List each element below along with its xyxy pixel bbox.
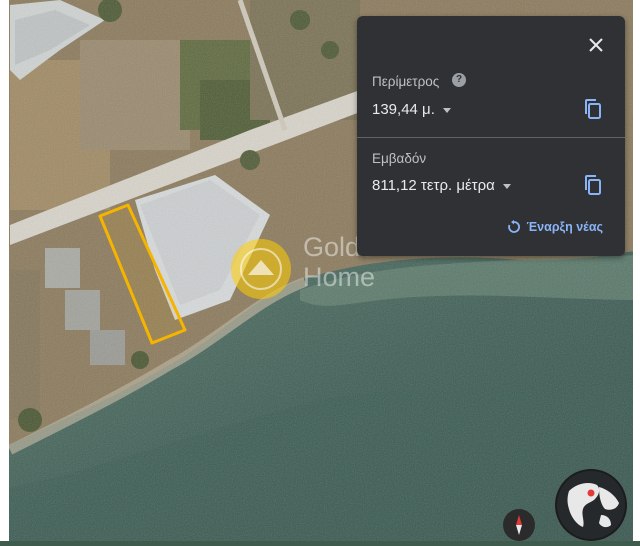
copy-icon[interactable] [583, 174, 603, 196]
chevron-down-icon [502, 183, 511, 189]
perimeter-unit-select[interactable]: 139,44 μ. [372, 101, 451, 118]
restart-icon [507, 220, 520, 233]
left-edge [0, 0, 9, 541]
right-edge [633, 0, 640, 541]
close-icon [589, 38, 603, 52]
area-value: 811,12 τετρ. μέτρα [372, 177, 495, 194]
compass-button[interactable] [503, 509, 535, 541]
perimeter-label: Περίμετρος [372, 74, 440, 89]
close-button[interactable] [585, 34, 607, 56]
area-unit-select[interactable]: 811,12 τετρ. μέτρα [372, 177, 511, 194]
measure-distance-panel: Περίμετρος ? 139,44 μ. Εμβαδόν 811,12 τε… [357, 16, 625, 256]
chevron-down-icon [442, 107, 451, 113]
watermark-line2: Home [303, 262, 376, 292]
help-icon[interactable]: ? [452, 73, 466, 87]
watermark-logo-icon [231, 239, 291, 299]
divider [357, 137, 625, 138]
globe-view-button[interactable] [555, 469, 627, 541]
compass-icon [516, 515, 522, 535]
copy-icon[interactable] [583, 98, 603, 120]
area-label: Εμβαδόν [372, 151, 427, 166]
perimeter-value: 139,44 μ. [372, 101, 435, 118]
restart-label: Έναρξη νέας [526, 220, 603, 234]
restart-measure-button[interactable]: Έναρξη νέας [507, 220, 603, 234]
globe-icon [557, 471, 625, 539]
